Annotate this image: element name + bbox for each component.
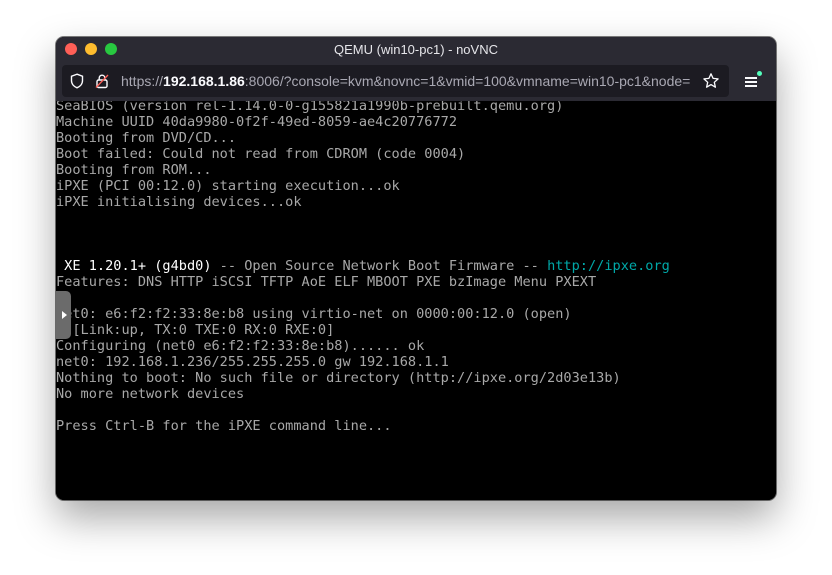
ipxe-link: http://ipxe.org bbox=[547, 258, 670, 274]
title-bar: QEMU (win10-pc1) - noVNC bbox=[56, 37, 776, 61]
ipxe-banner-line: XE 1.20.1+ (g4bd0) -- Open Source Networ… bbox=[56, 258, 670, 274]
window-controls bbox=[65, 43, 117, 55]
novnc-sidebar-handle[interactable] bbox=[56, 291, 71, 339]
vnc-console-screen[interactable]: SeaBIOS (version rel-1.14.0-0-g155821a19… bbox=[56, 101, 776, 500]
console-line: Booting from ROM... bbox=[56, 162, 212, 178]
console-line: Configuring (net0 e6:f2:f2:33:8e:b8)....… bbox=[56, 338, 425, 354]
console-line: iPXE initialising devices...ok bbox=[56, 194, 302, 210]
shield-icon[interactable] bbox=[68, 72, 86, 90]
lock-icon[interactable] bbox=[93, 72, 111, 90]
url-host: 192.168.1.86 bbox=[163, 73, 245, 89]
console-line: Nothing to boot: No such file or directo… bbox=[56, 370, 621, 386]
ipxe-banner-text: -- Open Source Network Boot Firmware -- bbox=[211, 258, 548, 274]
console-line: Boot failed: Could not read from CDROM (… bbox=[56, 146, 466, 162]
console-line: iPXE (PCI 00:12.0) starting execution...… bbox=[56, 178, 400, 194]
browser-toolbar: https://192.168.1.86:8006/?console=kvm&n… bbox=[56, 61, 776, 102]
console-line: Booting from DVD/CD... bbox=[56, 130, 237, 146]
browser-window: QEMU (win10-pc1) - noVNC https://192.168… bbox=[56, 37, 776, 500]
console-line: net0: 192.168.1.236/255.255.255.0 gw 192… bbox=[56, 354, 449, 370]
update-badge bbox=[757, 71, 762, 76]
window-title: QEMU (win10-pc1) - noVNC bbox=[334, 41, 498, 57]
zoom-window-button[interactable] bbox=[105, 43, 117, 55]
hamburger-menu-icon[interactable] bbox=[742, 71, 762, 91]
console-line: No more network devices bbox=[56, 386, 245, 402]
url-scheme: https:// bbox=[121, 73, 164, 89]
close-window-button[interactable] bbox=[65, 43, 77, 55]
bookmark-star-icon[interactable] bbox=[697, 67, 725, 95]
url-path: :8006/?console=kvm&novnc=1&vmid=100&vmna… bbox=[244, 73, 691, 89]
address-bar[interactable]: https://192.168.1.86:8006/?console=kvm&n… bbox=[62, 65, 729, 97]
console-line: Machine UUID 40da9980-0f2f-49ed-8059-ae4… bbox=[56, 114, 458, 130]
console-line: net0: e6:f2:f2:33:8e:b8 using virtio-net… bbox=[56, 306, 572, 322]
url-text[interactable]: https://192.168.1.86:8006/?console=kvm&n… bbox=[121, 73, 697, 89]
sidebar-expand-arrow-icon bbox=[61, 311, 67, 319]
console-line: Press Ctrl-B for the iPXE command line..… bbox=[56, 418, 392, 434]
console-line: Features: DNS HTTP iSCSI TFTP AoE ELF MB… bbox=[56, 274, 597, 290]
console-line: SeaBIOS (version rel-1.14.0-0-g155821a19… bbox=[56, 101, 564, 114]
console-line: [Link:up, TX:0 TXE:0 RX:0 RXE:0] bbox=[56, 322, 335, 338]
ipxe-version: XE 1.20.1+ (g4bd0) bbox=[56, 258, 212, 274]
minimize-window-button[interactable] bbox=[85, 43, 97, 55]
console-output: SeaBIOS (version rel-1.14.0-0-g155821a19… bbox=[56, 101, 670, 434]
